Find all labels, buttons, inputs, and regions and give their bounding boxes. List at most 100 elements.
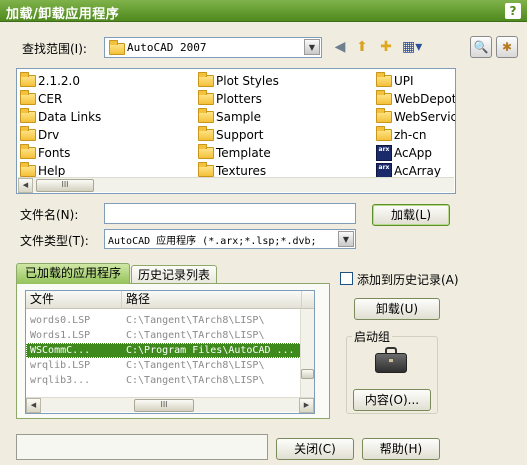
file-item[interactable]: Support <box>198 125 263 143</box>
file-item[interactable]: CER <box>20 89 63 107</box>
file-item-label: WebServic <box>394 109 456 124</box>
row-path: C:\Tangent\TArch8\LISP\ <box>126 360 265 371</box>
file-item-label: Plotters <box>216 91 262 106</box>
tab-history-list[interactable]: 历史记录列表 <box>131 265 217 284</box>
file-item[interactable]: zh-cn <box>376 125 427 143</box>
folder-icon <box>20 125 36 141</box>
row-file: WSCommC... <box>30 345 91 356</box>
file-item[interactable]: WebDepot <box>376 89 456 107</box>
folder-icon <box>376 89 392 105</box>
filename-label: 文件名(N): <box>20 208 79 222</box>
folder-icon <box>198 143 214 159</box>
scroll-right-icon[interactable]: ▶ <box>299 398 314 413</box>
file-item[interactable]: Drv <box>20 125 60 143</box>
file-item[interactable]: Plotters <box>198 89 262 107</box>
file-item-label: zh-cn <box>394 127 427 142</box>
help-title-button[interactable]: ? <box>505 3 521 19</box>
lookin-value: AutoCAD 2007 <box>127 41 207 54</box>
briefcase-icon[interactable] <box>375 347 407 373</box>
file-item-label: Data Links <box>38 109 102 124</box>
table-row[interactable]: wrqlib.LSP C:\Tangent\TArch8\LISP\ <box>26 358 302 373</box>
row-file: wrqlib3... <box>30 375 91 386</box>
filetype-value: AutoCAD 应用程序 (*.arx;*.lsp;*.dvb; <box>108 236 317 247</box>
loaded-apps-panel: 文件 路径 words0.LSP C:\Tangent\TArch8\LISP\ W… <box>16 283 330 419</box>
views-icon[interactable]: ▦▾ <box>402 37 422 57</box>
contents-button[interactable]: 内容(O)... <box>353 389 431 411</box>
vscroll-thumb[interactable] <box>301 369 314 379</box>
title-bar[interactable]: 加载/卸载应用程序 ? <box>0 0 527 22</box>
back-icon[interactable]: ◀ <box>330 37 350 57</box>
arx-file-icon: arx <box>376 144 392 161</box>
favorites-icon[interactable]: ✱ <box>496 36 518 58</box>
file-item-label: CER <box>38 91 63 106</box>
help-button[interactable]: 帮助(H) <box>362 438 440 460</box>
row-file: wrqlib.LSP <box>30 360 91 371</box>
folder-icon <box>20 161 36 177</box>
search-web-icon[interactable]: 🔍 <box>470 36 492 58</box>
file-item-label: 2.1.2.0 <box>38 73 80 88</box>
unload-button[interactable]: 卸载(U) <box>354 298 440 320</box>
chevron-down-icon[interactable]: ▼ <box>338 231 354 247</box>
add-history-label[interactable]: 添加到历史记录(A) <box>357 271 459 288</box>
column-header-file[interactable]: 文件 <box>26 291 122 309</box>
table-header: 文件 路径 <box>26 291 314 309</box>
folder-icon <box>376 107 392 123</box>
up-folder-icon[interactable]: ⬆ <box>352 37 372 57</box>
row-path: C:\Tangent\TArch8\LISP\ <box>126 315 265 326</box>
file-item[interactable]: Sample <box>198 107 261 125</box>
row-file: Words1.LSP <box>30 330 91 341</box>
scroll-left-icon[interactable]: ◀ <box>18 178 33 193</box>
table-row[interactable]: words0.LSP C:\Tangent\TArch8\LISP\ <box>26 313 302 328</box>
file-item-label: Help <box>38 163 66 178</box>
file-item-label: Sample <box>216 109 261 124</box>
row-path: C:\Tangent\TArch8\LISP\ <box>126 375 265 386</box>
file-list[interactable]: 2.1.2.0 CER Data Links Drv Fonts Help Plot Sty… <box>16 68 456 194</box>
loaded-apps-table[interactable]: 文件 路径 words0.LSP C:\Tangent\TArch8\LISP\ W… <box>25 290 315 414</box>
chevron-down-icon[interactable]: ▼ <box>304 39 320 55</box>
row-path: C:\Tangent\TArch8\LISP\ <box>126 330 265 341</box>
scroll-left-icon[interactable]: ◀ <box>26 398 41 413</box>
file-item[interactable]: Data Links <box>20 107 102 125</box>
file-item-label: Drv <box>38 127 60 142</box>
file-item[interactable]: WebServic <box>376 107 456 125</box>
lookin-label: 查找范围(I): <box>22 42 87 56</box>
filetype-label: 文件类型(T): <box>20 234 89 248</box>
table-hscrollbar[interactable]: ◀ III ▶ <box>26 397 314 413</box>
file-item-label: Template <box>216 145 271 160</box>
file-item-label: Plot Styles <box>216 73 279 88</box>
folder-icon <box>376 71 392 87</box>
column-header-path[interactable]: 路径 <box>122 291 302 309</box>
file-item[interactable]: arx AcApp <box>376 144 432 161</box>
load-button[interactable]: 加载(L) <box>372 204 450 226</box>
add-history-checkbox[interactable] <box>340 272 353 285</box>
filetype-combo[interactable]: AutoCAD 应用程序 (*.arx;*.lsp;*.dvb; ▼ <box>104 229 356 249</box>
tab-loaded-apps[interactable]: 已加载的应用程序 <box>16 263 130 284</box>
scroll-thumb[interactable]: III <box>134 399 194 412</box>
file-item[interactable]: Fonts <box>20 143 70 161</box>
table-row[interactable]: wrqlib3... C:\Tangent\TArch8\LISP\ <box>26 373 302 388</box>
folder-icon <box>198 125 214 141</box>
table-vscrollbar[interactable] <box>300 309 314 398</box>
startup-group-label: 启动组 <box>352 328 393 345</box>
file-item[interactable]: UPI <box>376 71 414 89</box>
close-button[interactable]: 关闭(C) <box>276 438 354 460</box>
file-item-label: Textures <box>216 163 267 178</box>
file-item[interactable]: Plot Styles <box>198 71 279 89</box>
folder-icon <box>109 40 125 55</box>
row-path: C:\Program Files\AutoCAD ... <box>126 345 295 356</box>
filename-input[interactable] <box>104 203 356 224</box>
file-item[interactable]: 2.1.2.0 <box>20 71 80 89</box>
file-list-hscrollbar[interactable]: ◀ III <box>18 177 454 193</box>
scroll-thumb[interactable]: III <box>36 179 94 192</box>
file-item[interactable]: Template <box>198 143 271 161</box>
folder-icon <box>20 143 36 159</box>
lookin-combo[interactable]: AutoCAD 2007 ▼ <box>104 37 322 58</box>
file-item-label: AcApp <box>394 145 433 160</box>
new-folder-icon[interactable]: ✚ <box>376 37 396 57</box>
folder-icon <box>198 161 214 177</box>
folder-icon <box>198 71 214 87</box>
file-item-label: WebDepot <box>394 91 456 106</box>
file-item-label: AcArray <box>394 163 441 178</box>
table-row[interactable]: Words1.LSP C:\Tangent\TArch8\LISP\ <box>26 328 302 343</box>
table-row[interactable]: WSCommC... C:\Program Files\AutoCAD ... <box>26 343 302 358</box>
